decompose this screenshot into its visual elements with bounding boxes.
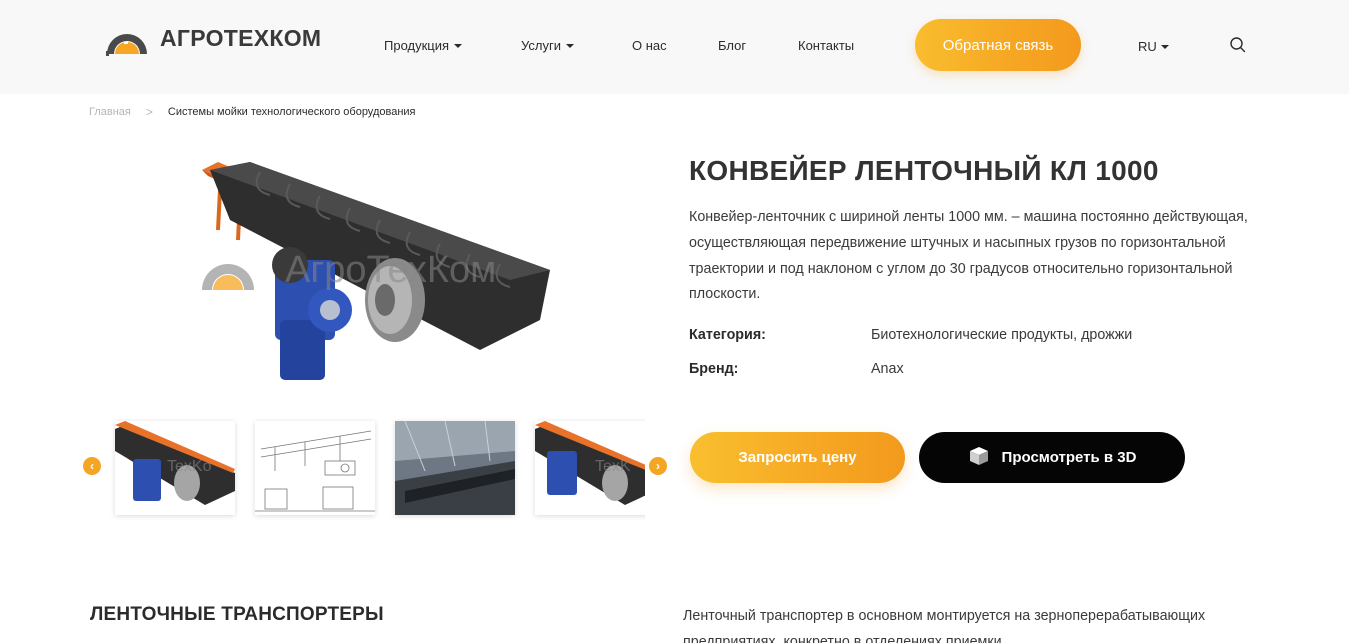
language-selector[interactable]: RU (1138, 39, 1169, 54)
logo[interactable]: АГРОТЕХКОМ (104, 20, 321, 56)
section-title: ЛЕНТОЧНЫЕ ТРАНСПОРТЕРЫ (90, 604, 384, 625)
caret-down-icon (1160, 45, 1169, 49)
thumbnail-strip: TexKo TexK (105, 418, 645, 522)
chevron-right-icon: › (656, 459, 660, 473)
view-3d-button[interactable]: Просмотреть в 3D (919, 432, 1185, 483)
product-main-image[interactable]: АгроТехКом (180, 150, 570, 400)
logo-icon (104, 20, 150, 56)
caret-down-icon (565, 44, 574, 48)
nav-label: О нас (632, 38, 667, 53)
cube-icon (968, 445, 990, 471)
nav-item-products[interactable]: Продукция (384, 38, 463, 53)
view-3d-label: Просмотреть в 3D (1001, 449, 1137, 466)
language-label: RU (1138, 39, 1157, 54)
nav-item-contacts[interactable]: Контакты (798, 38, 854, 53)
logo-text: АГРОТЕХКОМ (160, 24, 322, 51)
thumbnail-4[interactable]: TexK (535, 421, 645, 515)
request-price-button[interactable]: Запросить цену (690, 432, 905, 483)
category-value[interactable]: Биотехнологические продукты, дрожжи (871, 327, 1132, 343)
breadcrumb-current: Системы мойки технологического оборудова… (167, 106, 416, 118)
caret-down-icon (454, 44, 463, 48)
nav-label: Услуги (521, 38, 561, 53)
chevron-left-icon: ‹ (90, 459, 94, 473)
breadcrumb-home-link[interactable]: Главная (89, 106, 131, 118)
nav-item-blog[interactable]: Блог (718, 38, 746, 53)
site-header: АГРОТЕХКОМ Продукция Услуги О нас Блог К… (0, 0, 1349, 94)
search-icon[interactable] (1229, 36, 1247, 54)
thumbnail-1[interactable]: TexKo (115, 421, 235, 515)
gallery-prev-button[interactable]: ‹ (83, 457, 101, 475)
request-price-label: Запросить цену (738, 449, 857, 466)
category-label: Категория: (689, 327, 766, 343)
thumbnail-3[interactable] (395, 421, 515, 515)
gallery-next-button[interactable]: › (649, 457, 667, 475)
nav-label: Продукция (384, 38, 450, 53)
section-text: Ленточный транспортер в основном монтиру… (683, 608, 1206, 643)
nav-label: Контакты (798, 38, 855, 53)
product-title: КОНВЕЙЕР ЛЕНТОЧНЫЙ КЛ 1000 (689, 155, 1159, 186)
nav-item-about[interactable]: О нас (632, 38, 667, 53)
nav-label: Блог (718, 38, 747, 53)
thumbnail-2[interactable] (255, 421, 375, 515)
svg-text:TexKo: TexKo (167, 458, 212, 475)
brand-label: Бренд: (689, 361, 739, 377)
breadcrumb-separator: > (145, 105, 153, 119)
feedback-button[interactable]: Обратная связь (915, 19, 1081, 71)
nav-item-services[interactable]: Услуги (521, 38, 574, 53)
svg-text:TexK: TexK (595, 458, 631, 475)
breadcrumb: Главная > Системы мойки технологического… (89, 105, 416, 119)
brand-value[interactable]: Anax (871, 361, 904, 377)
product-description: Конвейер-ленточник с шириной ленты 1000 … (689, 209, 1248, 303)
watermark-text: АгроТехКом (285, 249, 496, 291)
